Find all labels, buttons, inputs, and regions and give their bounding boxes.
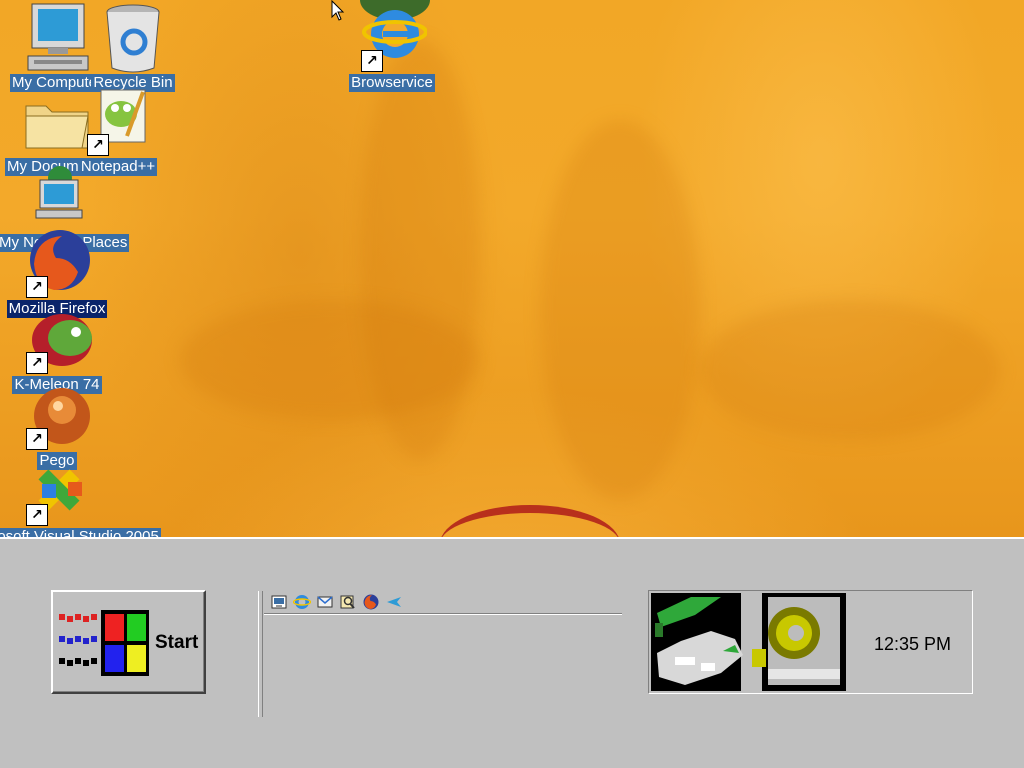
desktop-icon-label: Microsoft Visual Studio 2005	[0, 528, 161, 537]
mouse-cursor-icon	[331, 0, 345, 21]
network-icon[interactable]	[651, 593, 751, 691]
start-button-label: Start	[155, 632, 199, 653]
firefox-icon[interactable]	[362, 593, 380, 611]
shortcut-arrow-icon: ↗	[26, 428, 48, 450]
taskbar: Start 12:35 PM	[0, 537, 1024, 768]
desktop-icon-label: Browservice	[349, 74, 435, 92]
internet-explorer-icon[interactable]	[293, 593, 311, 611]
windows-logo-icon	[59, 610, 149, 676]
shortcut-arrow-icon: ↗	[26, 504, 48, 526]
outlook-express-icon[interactable]	[316, 593, 334, 611]
visual-studio-icon: ↗	[22, 456, 92, 528]
network-places-icon	[22, 162, 92, 234]
shortcut-arrow-icon: ↗	[26, 276, 48, 298]
arrow-icon[interactable]	[385, 593, 403, 611]
show-desktop-icon[interactable]	[270, 593, 288, 611]
desktop-icon-browservice[interactable]: ↗ Browservice	[332, 2, 452, 92]
search-icon[interactable]	[339, 593, 357, 611]
desktop-icon-visual-studio[interactable]: ↗ Microsoft Visual Studio 2005	[0, 456, 161, 537]
desktop-background[interactable]: My Computer Recycle Bin ↗ Browservice My…	[0, 0, 1024, 537]
firefox-icon: ↗	[22, 228, 92, 300]
quick-launch-toolbar	[258, 591, 623, 717]
petal-shade	[180, 300, 480, 420]
notepad-plus-plus-icon: ↗	[83, 86, 153, 158]
toolbar-separator	[264, 613, 622, 615]
shortcut-arrow-icon: ↗	[87, 134, 109, 156]
disk-icon[interactable]	[752, 593, 848, 691]
flower-center	[440, 505, 620, 537]
petal-shade	[700, 300, 1000, 440]
recycle-bin-icon	[98, 2, 168, 74]
k-meleon-icon: ↗	[22, 304, 92, 376]
desktop-icon-recycle-bin[interactable]: Recycle Bin	[73, 2, 193, 92]
petal-shade	[540, 120, 700, 500]
shortcut-arrow-icon: ↗	[361, 50, 383, 72]
start-button[interactable]: Start	[51, 590, 206, 694]
toolbar-grip[interactable]	[258, 591, 263, 717]
pego-icon: ↗	[22, 380, 92, 452]
taskbar-clock[interactable]: 12:35 PM	[874, 634, 951, 655]
internet-explorer-icon: ↗	[357, 2, 428, 74]
system-tray: 12:35 PM	[648, 590, 973, 694]
shortcut-arrow-icon: ↗	[26, 352, 48, 374]
